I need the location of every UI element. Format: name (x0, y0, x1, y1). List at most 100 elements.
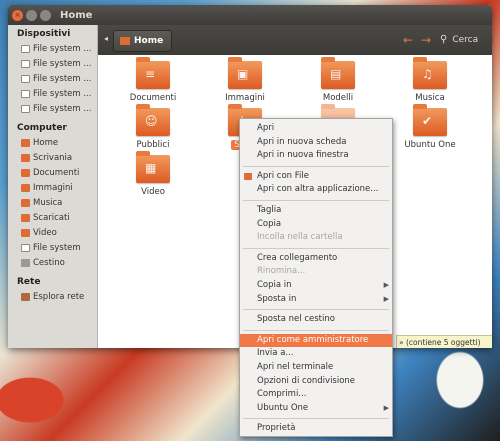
drive-icon (21, 89, 30, 98)
sidebar-item-file-system[interactable]: File system ... (8, 71, 97, 86)
trash-icon (21, 258, 30, 267)
sidebar-item-file-system[interactable]: File system ... (8, 101, 97, 116)
sidebar-item-label: Esplora rete (33, 291, 85, 302)
sidebar-item-home[interactable]: Home (8, 135, 97, 150)
menu-item-label: Apri nel terminale (257, 362, 334, 372)
file-label: Documenti (129, 93, 177, 103)
file-label: Modelli (322, 93, 354, 103)
home-folder-icon (120, 37, 130, 45)
menu-item-apri[interactable]: Apri (240, 122, 392, 135)
menu-item-ubuntu-one[interactable]: Ubuntu One ▶ (240, 402, 392, 415)
search-button[interactable]: ⚲ Cerca (440, 34, 478, 45)
window-title: Home (60, 9, 93, 21)
menu-item-label: Comprimi... (257, 389, 307, 400)
menu-item-comprimi[interactable]: Comprimi... (240, 388, 392, 401)
menu-item-apri-con-file[interactable]: Apri con File (240, 170, 392, 183)
sidebar-item-label: Scaricati (33, 212, 70, 223)
file-label: Musica (415, 93, 445, 103)
menu-item-propriet[interactable]: Proprietà (240, 422, 392, 435)
sidebar-item-scaricati[interactable]: Scaricati (8, 210, 97, 225)
context-menu: Apri Apri in nuova scheda Apri in nuova fi… (239, 118, 393, 437)
menu-item-label: Apri come amministratore (257, 334, 369, 345)
sidebar-item-esplora-rete[interactable]: Esplora rete (8, 289, 97, 304)
sidebar-item-label: File system ... (33, 43, 92, 54)
submenu-arrow-icon: ▶ (383, 294, 389, 303)
menu-item-opzioni-di-condivisione[interactable]: Opzioni di condivisione (240, 375, 392, 388)
sidebar-item-label: Video (33, 227, 57, 238)
drive-icon (21, 59, 30, 68)
folder-icon (21, 198, 30, 207)
go-back-arrow-icon[interactable]: ← (403, 33, 413, 47)
places-sidebar: Dispositivi File system ... File system ..… (8, 25, 98, 348)
menu-item-copia-in[interactable]: Copia in ▶ (240, 279, 392, 292)
file-item-documenti[interactable]: ≡ Documenti (120, 57, 186, 103)
folder-emblem: ≡ (145, 67, 156, 81)
menu-item-sposta-nel-cestino[interactable]: Sposta nel cestino (240, 313, 392, 326)
folder-icon (21, 168, 30, 177)
close-window-button[interactable]: × (12, 9, 23, 21)
menu-item-label: Apri (257, 123, 275, 133)
folder-icon (21, 213, 30, 222)
menu-item-rinomina: Rinomina... (240, 265, 392, 278)
menu-item-apri-con-altra-applicazione[interactable]: Apri con altra applicazione... (240, 183, 392, 196)
minimize-window-button[interactable] (26, 9, 37, 21)
folder-emblem: ▣ (237, 67, 249, 81)
menu-separator (243, 247, 389, 249)
sidebar-item-documenti[interactable]: Documenti (8, 165, 97, 180)
menu-item-apri-in-nuova-finestra[interactable]: Apri in nuova finestra (240, 149, 392, 162)
folder-icon (21, 138, 30, 147)
maximize-window-button[interactable] (40, 9, 51, 21)
file-label: Pubblici (136, 140, 170, 150)
menu-item-incolla-nella-cartella: Incolla nella cartella (240, 231, 392, 244)
folder-emblem: ▦ (145, 161, 157, 175)
menu-item-copia[interactable]: Copia (240, 218, 392, 231)
pictures-folder-icon: ▣ (228, 57, 262, 89)
file-item-modelli[interactable]: ▤ Modelli (305, 57, 371, 103)
menu-item-label: Opzioni di condivisione (257, 375, 356, 386)
menu-item-label: Invia a... (257, 348, 294, 359)
documents-folder-icon: ≡ (136, 57, 170, 89)
menu-item-label: Sposta nel cestino (257, 314, 335, 325)
file-item-musica[interactable]: ♫ Musica (397, 57, 463, 103)
file-label: Video (141, 187, 165, 197)
sidebar-item-file-system[interactable]: File system ... (8, 41, 97, 56)
sidebar-item-label: Home (33, 137, 59, 148)
menu-item-label: Crea collegamento (257, 252, 338, 263)
sidebar-item-file-system[interactable]: File system ... (8, 56, 97, 71)
path-left-arrow-icon[interactable]: ◂ (104, 34, 108, 43)
submenu-arrow-icon: ▶ (383, 281, 389, 289)
menu-item-label: Apri con altra applicazione... (257, 184, 379, 195)
sidebar-item-immagini[interactable]: Immagini (8, 180, 97, 195)
folder-icon (21, 183, 30, 192)
sidebar-item-cestino[interactable]: Cestino (8, 255, 97, 270)
menu-item-taglia[interactable]: Taglia (240, 204, 392, 217)
file-item-video[interactable]: ▦ Video (120, 151, 186, 197)
go-forward-arrow-icon[interactable]: → (421, 33, 431, 47)
sidebar-item-video[interactable]: Video (8, 225, 97, 240)
menu-item-invia-a[interactable]: Invia a... (240, 347, 392, 360)
menu-item-crea-collegamento[interactable]: Crea collegamento (240, 252, 392, 265)
menu-item-sposta-in[interactable]: Sposta in ▶ (240, 293, 392, 306)
sidebar-item-musica[interactable]: Musica (8, 195, 97, 210)
sidebar-section-header: Dispositivi (17, 29, 71, 39)
menu-item-apri-come-amministratore[interactable]: Apri come amministratore (240, 333, 392, 347)
menu-separator (243, 418, 389, 420)
menu-item-label: Incolla nella cartella (257, 232, 343, 243)
sidebar-item-scrivania[interactable]: Scrivania (8, 150, 97, 165)
file-item-ubuntu-one[interactable]: ✔ Ubuntu One (397, 104, 463, 150)
sidebar-item-file-system[interactable]: File system ... (8, 86, 97, 101)
folder-icon (21, 153, 30, 162)
sidebar-item-file-system[interactable]: File system (8, 240, 97, 255)
folder-emblem: ☺ (145, 114, 158, 128)
menu-separator (243, 200, 389, 201)
menu-item-apri-in-nuova-scheda[interactable]: Apri in nuova scheda (240, 136, 392, 149)
sidebar-item-label: File system ... (33, 103, 92, 114)
file-item-pubblici[interactable]: ☺ Pubblici (120, 104, 186, 150)
file-label: Ubuntu One (404, 140, 456, 150)
sidebar-item-label: Scrivania (33, 152, 73, 163)
menu-item-apri-nel-terminale[interactable]: Apri nel terminale (240, 361, 392, 374)
breadcrumb-home[interactable]: Home (113, 30, 173, 52)
file-item-immagini[interactable]: ▣ Immagini (212, 57, 278, 103)
sidebar-item-label: Cestino (33, 257, 65, 268)
sidebar-item-label: File system ... (33, 88, 92, 99)
